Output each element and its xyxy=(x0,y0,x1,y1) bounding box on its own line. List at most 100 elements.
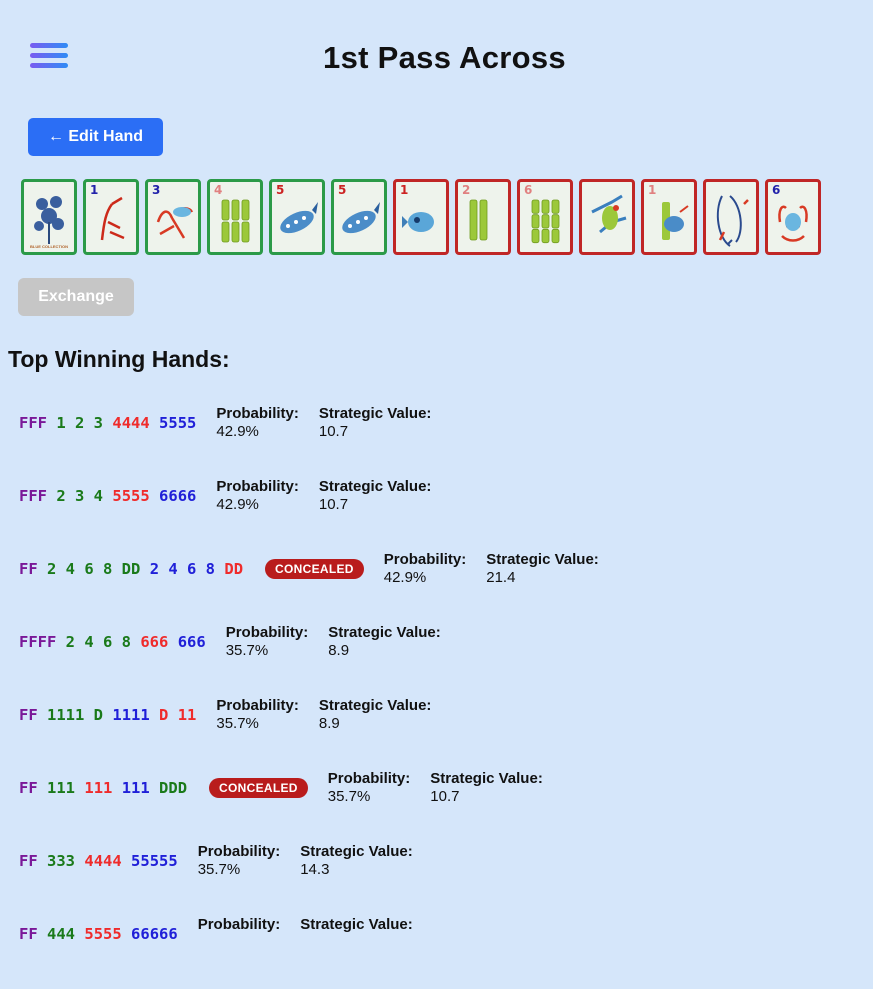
probability-label: Probability: xyxy=(197,843,281,860)
strategic-value-stat: Strategic Value: 10.7 xyxy=(319,405,432,441)
hand-pattern: FFF 1 2 3 4444 5555 xyxy=(19,414,196,432)
tile-4-bam[interactable]: 4 xyxy=(207,179,263,255)
strategic-value-label: Strategic Value: xyxy=(318,697,432,714)
hand-segment: 1111 D xyxy=(47,706,104,724)
hand-segment: 2 3 4 xyxy=(56,487,104,505)
probability-value: 35.7% xyxy=(197,861,241,878)
strategic-value-label: Strategic Value: xyxy=(318,478,432,495)
strategic-value: 21.4 xyxy=(486,569,516,586)
strategic-value-label: Strategic Value: xyxy=(486,551,599,568)
hand-segment: FF xyxy=(19,560,38,578)
tile-number: 5 xyxy=(276,183,285,197)
hand-row[interactable]: FF 1111 D 1111 D 11 Probability: 35.7% Stra… xyxy=(19,697,869,770)
probability-label: Probability: xyxy=(197,916,281,933)
hand-segment: 2 4 6 8 xyxy=(65,633,131,651)
strategic-value-label: Strategic Value: xyxy=(300,916,413,933)
probability-label: Probability: xyxy=(225,624,309,641)
strategic-value-stat: Strategic Value: 14.3 xyxy=(300,843,413,879)
hand-segment: 666 xyxy=(177,633,206,651)
tile-flower[interactable]: BLUE COLLECTION xyxy=(21,179,77,255)
hand-row[interactable]: FF 2 4 6 8 DD 2 4 6 8 DD CONCEALED Probabi… xyxy=(19,551,869,624)
strategic-value-stat: Strategic Value: 21.4 xyxy=(486,551,599,587)
probability-value: 35.7% xyxy=(225,642,269,659)
strategic-value: 10.7 xyxy=(318,496,349,513)
strategic-value-label: Strategic Value: xyxy=(430,770,543,787)
hand-segment: 333 xyxy=(47,852,76,870)
tile-number: 1 xyxy=(400,183,409,197)
hand-segment: FF xyxy=(19,706,38,724)
hand-segment: 2 4 6 8 DD xyxy=(47,560,141,578)
hand-segment: 2 4 6 8 xyxy=(149,560,216,578)
probability-stat: Probability: 42.9% xyxy=(216,405,299,441)
tile-dragon[interactable] xyxy=(703,179,759,255)
strategic-value-stat: Strategic Value: xyxy=(300,916,413,934)
strategic-value: 10.7 xyxy=(430,788,460,805)
flower-icon xyxy=(34,196,64,244)
hand-row[interactable]: FFFF 2 4 6 8 666 666 Probability: 35.7% Str… xyxy=(19,624,869,697)
hand-row[interactable]: FF 111 111 111 DDD CONCEALED Probability: 3… xyxy=(19,770,869,843)
hand-segment: 1111 xyxy=(112,706,150,724)
probability-value: 35.7% xyxy=(327,788,371,805)
hand-segment: 66666 xyxy=(131,925,178,943)
hand-segment: 5555 xyxy=(159,414,197,432)
tile-3-crak[interactable]: 3 xyxy=(145,179,201,255)
tile-5-dot[interactable]: 5 xyxy=(331,179,387,255)
hand-segment: FFFF xyxy=(19,633,57,651)
probability-stat: Probability: 35.7% xyxy=(198,843,281,879)
strategic-value-stat: Strategic Value: 10.7 xyxy=(430,770,543,806)
tile-5-dot[interactable]: 5 xyxy=(269,179,325,255)
tile-1-crak[interactable]: 1 xyxy=(83,179,139,255)
hand-segment: FF xyxy=(19,779,38,797)
tile-number: 1 xyxy=(648,183,657,197)
hand-pattern: FFF 2 3 4 5555 6666 xyxy=(19,487,196,505)
probability-label: Probability: xyxy=(216,405,299,422)
hand-segment: 5555 xyxy=(112,487,150,505)
1-bam-bird-icon xyxy=(591,194,627,234)
hand-segment: 666 xyxy=(140,633,169,651)
hand-segment: 111 xyxy=(84,779,113,797)
tile-1-bam-bird[interactable] xyxy=(579,179,635,255)
strategic-value: 8.9 xyxy=(318,715,340,732)
tile-1-bam[interactable]: 1 xyxy=(641,179,697,255)
hand-row[interactable]: FFF 2 3 4 5555 6666 Probability: 42.9% Stra… xyxy=(19,478,869,551)
hand-segment: 111 xyxy=(47,779,76,797)
tile-6-crak[interactable]: 6 xyxy=(765,179,821,255)
tile-caption: BLUE COLLECTION xyxy=(30,244,68,249)
strategic-value-stat: Strategic Value: 8.9 xyxy=(319,697,432,733)
hand-row[interactable]: FF 444 5555 66666 Probability: Strategic V… xyxy=(19,916,869,989)
hand-row[interactable]: FFF 1 2 3 4444 5555 Probability: 42.9% Stra… xyxy=(19,405,869,478)
probability-value: 42.9% xyxy=(383,569,427,586)
probability-label: Probability: xyxy=(383,551,467,568)
tile-number: 6 xyxy=(524,183,533,197)
tile-number: 3 xyxy=(152,183,161,197)
probability-value: 42.9% xyxy=(216,496,259,513)
hand-row[interactable]: FF 333 4444 55555 Probability: 35.7% Strate… xyxy=(19,843,869,916)
section-title: Top Winning Hands: xyxy=(8,346,230,372)
probability-stat: Probability: 35.7% xyxy=(226,624,309,660)
strategic-value-label: Strategic Value: xyxy=(328,624,441,641)
hand-pattern: FF 1111 D 1111 D 11 xyxy=(19,706,196,724)
edit-hand-button[interactable]: ← Edit Hand xyxy=(28,118,163,156)
tile-2-bam[interactable]: 2 xyxy=(455,179,511,255)
hand-segment: 6666 xyxy=(159,487,197,505)
concealed-badge: CONCEALED xyxy=(209,778,308,798)
dragon-icon xyxy=(716,195,749,247)
concealed-badge: CONCEALED xyxy=(265,559,364,579)
probability-stat: Probability: 42.9% xyxy=(216,478,299,514)
tile-6-bam[interactable]: 6 xyxy=(517,179,573,255)
probability-label: Probability: xyxy=(216,697,299,714)
strategic-value-label: Strategic Value: xyxy=(300,843,413,860)
tile-number: 5 xyxy=(338,183,347,197)
hand-segment: D 11 xyxy=(159,706,197,724)
exchange-button[interactable]: Exchange xyxy=(18,278,134,316)
hand-pattern: FF 444 5555 66666 xyxy=(19,925,178,943)
hand-segment: 4444 xyxy=(84,852,122,870)
probability-label: Probability: xyxy=(327,770,411,787)
tile-rack: BLUE COLLECTION 1 3 4 5 5 1 2 6 1 6 xyxy=(21,179,821,255)
hand-segment: FF xyxy=(19,925,38,943)
strategic-value: 10.7 xyxy=(318,423,349,440)
tile-1-dot[interactable]: 1 xyxy=(393,179,449,255)
hand-segment: 111 xyxy=(121,779,150,797)
strategic-value-label: Strategic Value: xyxy=(318,405,432,422)
probability-stat: Probability: 42.9% xyxy=(384,551,467,587)
